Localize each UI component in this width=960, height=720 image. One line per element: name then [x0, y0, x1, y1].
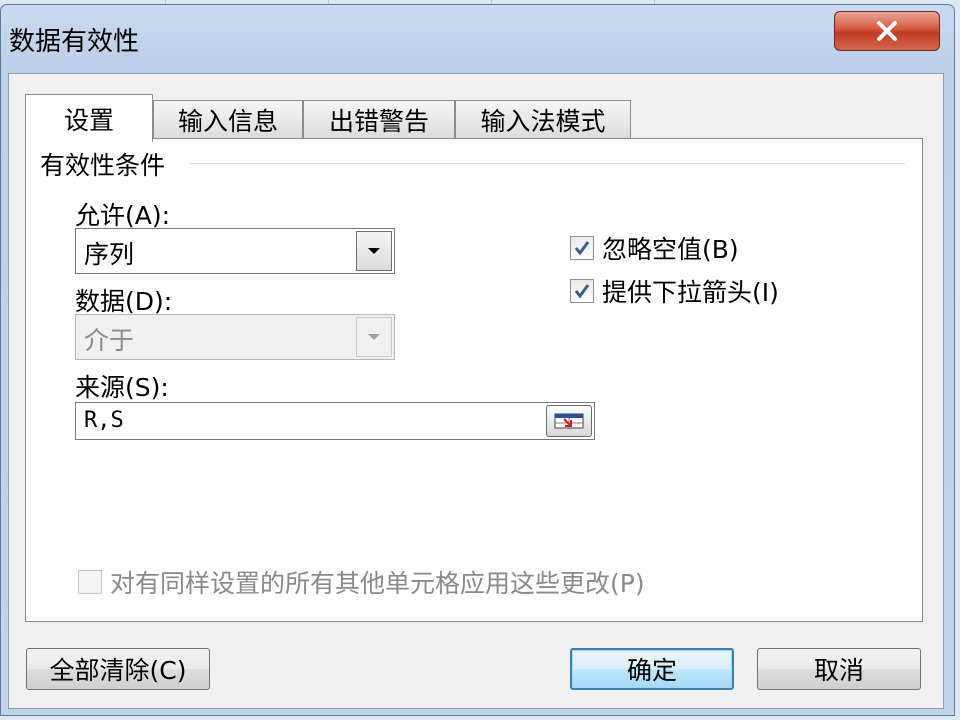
tab-input-message[interactable]: 输入信息 — [153, 100, 303, 138]
validation-criteria-title: 有效性条件 — [40, 151, 166, 180]
data-label: 数据(D): — [75, 287, 173, 316]
allow-select[interactable]: 序列 — [75, 228, 395, 274]
checkmark-icon — [574, 241, 590, 256]
tab-input-message-label: 输入信息 — [177, 106, 278, 136]
source-input-value: R,S — [84, 408, 124, 433]
tab-error-alert[interactable]: 出错警告 — [303, 100, 455, 138]
source-label: 来源(S): — [75, 373, 169, 402]
apply-all-checkbox[interactable] — [78, 570, 102, 594]
ok-label: 确定 — [626, 656, 677, 685]
tab-settings-label: 设置 — [63, 105, 114, 135]
clear-all-button[interactable]: 全部清除(C) — [26, 648, 210, 690]
ok-button[interactable]: 确定 — [570, 648, 734, 690]
tab-ime-mode-label: 输入法模式 — [480, 106, 606, 136]
source-input[interactable]: R,S — [75, 402, 595, 440]
chevron-down-icon — [368, 334, 380, 340]
apply-all-option[interactable]: 对有同样设置的所有其他单元格应用这些更改(P) — [78, 564, 645, 600]
ignore-blank-checkbox[interactable] — [570, 236, 594, 260]
range-select-icon — [554, 413, 584, 429]
chevron-down-icon — [368, 248, 380, 254]
tab-settings[interactable]: 设置 — [25, 94, 153, 142]
cancel-button[interactable]: 取消 — [757, 648, 921, 690]
data-select-value: 介于 — [84, 326, 135, 355]
allow-select-value: 序列 — [84, 240, 135, 269]
checkmark-icon — [574, 284, 590, 299]
allow-label: 允许(A): — [75, 201, 171, 230]
dropdown-arrow-label: 提供下拉箭头(I) — [602, 278, 779, 307]
cancel-label: 取消 — [813, 656, 864, 685]
dropdown-arrow-option[interactable]: 提供下拉箭头(I) — [570, 273, 779, 309]
tab-ime-mode[interactable]: 输入法模式 — [455, 100, 631, 138]
allow-dropdown-button[interactable] — [356, 231, 392, 271]
apply-all-label: 对有同样设置的所有其他单元格应用这些更改(P) — [110, 569, 645, 598]
dialog-window: 数据有效性 设置 输入信息 出错警告 输入法模式 — [0, 4, 955, 716]
data-select[interactable]: 介于 — [75, 314, 395, 360]
ignore-blank-label: 忽略空值(B) — [602, 235, 739, 264]
data-dropdown-button[interactable] — [356, 317, 392, 357]
group-divider — [190, 163, 905, 164]
close-button[interactable] — [834, 11, 940, 51]
tab-error-alert-label: 出错警告 — [328, 106, 429, 136]
range-select-button[interactable] — [546, 405, 592, 437]
close-icon — [877, 21, 897, 41]
ignore-blank-option[interactable]: 忽略空值(B) — [570, 230, 739, 266]
dropdown-arrow-checkbox[interactable] — [570, 279, 594, 303]
clear-all-label: 全部清除(C) — [49, 656, 187, 685]
dialog-title: 数据有效性 — [9, 27, 140, 57]
